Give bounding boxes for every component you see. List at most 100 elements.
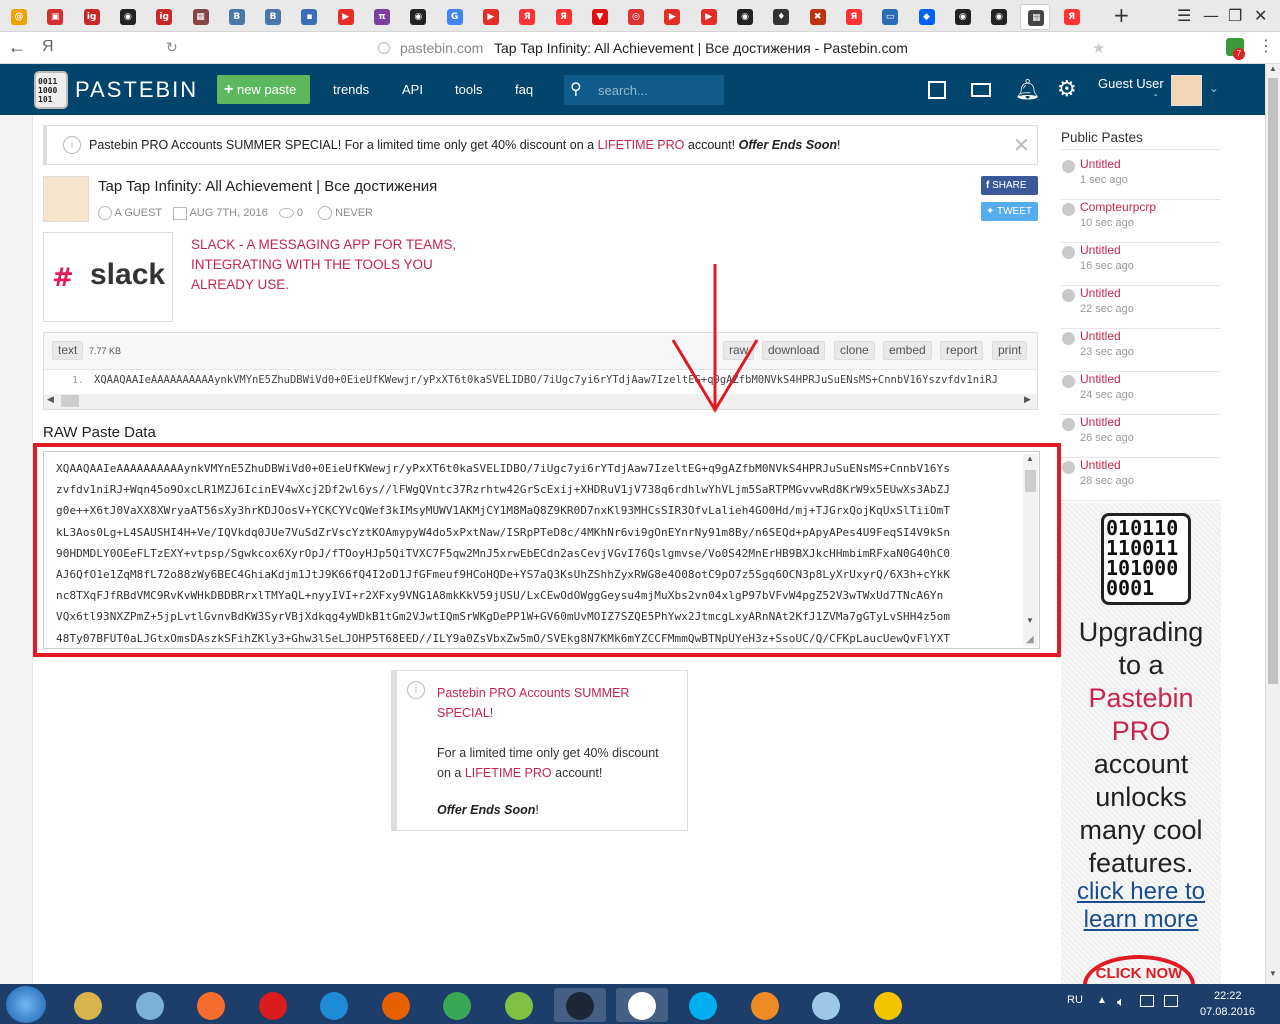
scroll-right-icon[interactable]: ▶: [1024, 394, 1031, 405]
nav-trends[interactable]: trends: [333, 82, 369, 97]
browser-tab[interactable]: ▪: [294, 4, 324, 30]
public-paste-item[interactable]: Untitled 22 sec ago: [1061, 286, 1221, 329]
bookmark-star-icon[interactable]: ★: [1092, 39, 1105, 57]
taskbar-paint[interactable]: [800, 988, 852, 1022]
flag-icon[interactable]: [1140, 995, 1154, 1007]
public-paste-title[interactable]: Untitled: [1080, 458, 1121, 472]
browser-tab[interactable]: ◎: [621, 4, 651, 30]
browser-tab[interactable]: ▦: [1020, 4, 1051, 30]
browser-tab[interactable]: @: [4, 4, 34, 30]
taskbar-steam[interactable]: [554, 988, 606, 1022]
search-box[interactable]: ⚲ search...: [564, 75, 724, 105]
browser-tab[interactable]: ◉: [984, 4, 1014, 30]
taskbar-explorer[interactable]: [62, 988, 114, 1022]
new-paste-button[interactable]: + new paste: [217, 75, 310, 104]
browser-tab[interactable]: ▶: [476, 4, 506, 30]
back-arrow-icon[interactable]: ←: [8, 37, 26, 58]
browser-tab[interactable]: Я: [512, 4, 542, 30]
scroll-left-icon[interactable]: ◀: [47, 394, 54, 405]
taskbar-origin[interactable]: [185, 988, 237, 1022]
slack-ad-image[interactable]: # slack: [43, 232, 173, 322]
public-paste-item[interactable]: Untitled 24 sec ago: [1061, 372, 1221, 415]
public-paste-title[interactable]: Untitled: [1080, 286, 1121, 300]
network-icon[interactable]: [1164, 995, 1178, 1007]
clock-time[interactable]: 22:22: [1214, 990, 1242, 1002]
close-window-icon[interactable]: ✕: [1254, 6, 1267, 25]
search-input[interactable]: search...: [598, 83, 648, 98]
browser-tab[interactable]: ▦: [186, 4, 216, 30]
public-paste-item[interactable]: Untitled 23 sec ago: [1061, 329, 1221, 372]
public-paste-item[interactable]: Untitled 28 sec ago: [1061, 458, 1221, 501]
horizontal-scrollbar[interactable]: ◀ ▶: [44, 394, 1037, 409]
close-icon[interactable]: ✕: [1013, 133, 1030, 158]
browser-tab[interactable]: ◉: [403, 4, 433, 30]
browser-tab[interactable]: ▣: [40, 4, 70, 30]
nav-api[interactable]: API: [402, 82, 423, 97]
promo-box-lifetime-link[interactable]: LIFETIME PRO: [465, 766, 552, 780]
browser-tab[interactable]: ▶: [331, 4, 361, 30]
reload-icon[interactable]: ↻: [166, 39, 178, 56]
logo-text[interactable]: PASTEBIN: [75, 77, 198, 103]
browser-tab[interactable]: ♦: [766, 4, 796, 30]
user-name[interactable]: Guest User: [1098, 76, 1164, 91]
minimize-icon[interactable]: —: [1203, 6, 1219, 25]
browser-tab[interactable]: ▶: [694, 4, 724, 30]
paste-author[interactable]: A GUEST: [114, 207, 161, 219]
page-title-in-address[interactable]: Tap Tap Infinity: All Achievement | Все …: [494, 40, 908, 56]
slack-ad-text[interactable]: SLACK - A MESSAGING APP FOR TEAMS, INTEG…: [191, 235, 456, 295]
browser-tab[interactable]: ◆: [912, 4, 942, 30]
yandex-logo-icon[interactable]: Я: [42, 38, 54, 56]
report-button[interactable]: report: [940, 341, 984, 360]
browser-tab[interactable]: ◉: [948, 4, 978, 30]
embed-button[interactable]: embed: [883, 341, 932, 360]
logo-icon[interactable]: 0011 1000 101: [34, 71, 68, 109]
promo-box-title[interactable]: Pastebin PRO Accounts SUMMER SPECIAL!: [437, 683, 647, 723]
public-paste-title[interactable]: Untitled: [1080, 415, 1121, 429]
clone-button[interactable]: clone: [834, 341, 875, 360]
taskbar-firefox[interactable]: [370, 988, 422, 1022]
learn-more-link[interactable]: click here to learn more: [1061, 878, 1221, 934]
taskbar-opera[interactable]: [247, 988, 299, 1022]
browser-tab[interactable]: ig: [77, 4, 107, 30]
browser-tab[interactable]: Я: [1057, 4, 1087, 30]
taskbar-chrome[interactable]: [431, 988, 483, 1022]
nav-tools[interactable]: tools: [455, 82, 482, 97]
clock-date[interactable]: 07.08.2016: [1200, 1006, 1255, 1018]
url-domain[interactable]: pastebin.com: [400, 40, 483, 56]
pro-ad[interactable]: 010110 110011 101000 0001 Upgrading to a…: [1061, 503, 1221, 984]
gear-icon[interactable]: ⚙: [1057, 76, 1077, 102]
taskbar-skype[interactable]: [677, 988, 729, 1022]
page-scrollbar-thumb[interactable]: [1268, 78, 1278, 684]
restore-icon[interactable]: ❐: [1228, 6, 1242, 25]
menu-icon[interactable]: ☰: [1177, 6, 1191, 25]
nav-faq[interactable]: faq: [515, 82, 533, 97]
browser-tab[interactable]: ▶: [657, 4, 687, 30]
share-button[interactable]: f SHARE: [981, 176, 1038, 195]
taskbar-yandex[interactable]: [615, 988, 668, 1022]
print-button[interactable]: print: [992, 341, 1028, 360]
language-indicator[interactable]: RU: [1067, 994, 1083, 1006]
format-badge[interactable]: text: [52, 341, 84, 360]
public-paste-item[interactable]: Untitled 26 sec ago: [1061, 415, 1221, 458]
promo-lifetime-link[interactable]: LIFETIME PRO: [598, 138, 685, 152]
browser-tab[interactable]: ig: [149, 4, 179, 30]
public-paste-title[interactable]: Untitled: [1080, 157, 1121, 171]
start-button[interactable]: [6, 986, 46, 1023]
taskbar-favorites[interactable]: [862, 988, 914, 1022]
browser-tab[interactable]: ▼: [585, 4, 615, 30]
browser-tab[interactable]: G: [440, 4, 470, 30]
public-paste-title[interactable]: Untitled: [1080, 372, 1121, 386]
scroll-down-icon[interactable]: ▼: [1269, 969, 1277, 978]
browser-tab[interactable]: Я: [549, 4, 579, 30]
download-button[interactable]: download: [762, 341, 826, 360]
new-tab-button[interactable]: +: [1113, 3, 1130, 27]
public-paste-item[interactable]: Untitled 1 sec ago: [1061, 157, 1221, 200]
public-paste-item[interactable]: Untitled 16 sec ago: [1061, 243, 1221, 286]
avatar[interactable]: [1171, 75, 1202, 106]
page-scrollbar[interactable]: ▲ ▼: [1265, 64, 1280, 984]
tray-arrow-icon[interactable]: ▲: [1097, 995, 1107, 1006]
browser-tab[interactable]: π: [367, 4, 397, 30]
scroll-up-icon[interactable]: ▲: [1269, 64, 1277, 73]
browser-tab[interactable]: ◉: [730, 4, 760, 30]
chevron-down-icon[interactable]: ⌄: [1209, 81, 1219, 95]
